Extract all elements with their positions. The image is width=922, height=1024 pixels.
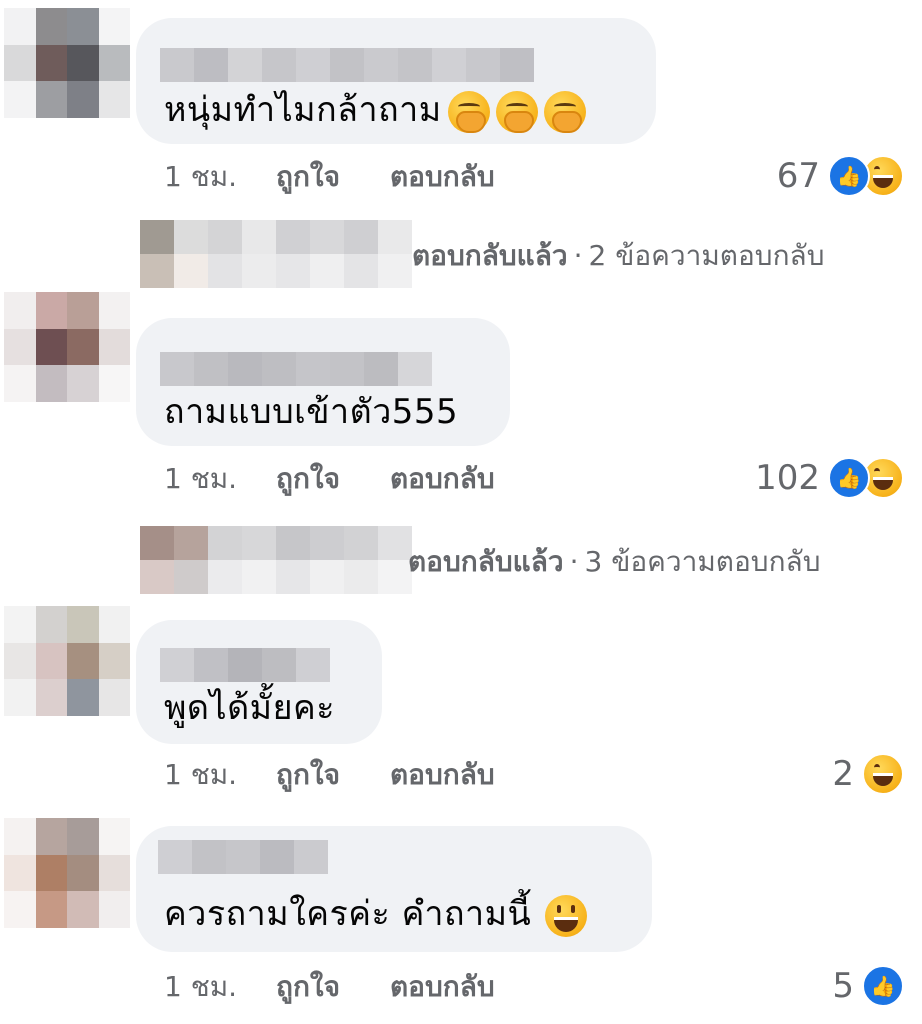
comment-actions: 1 ชม. ถูกใจ ตอบกลับ xyxy=(164,970,495,1004)
replier-avatar-name xyxy=(140,526,412,594)
comment-text-content: หนุ่มทำไมกล้าถาม xyxy=(164,90,442,130)
reaction-count: 67 xyxy=(776,156,820,196)
reaction-count: 5 xyxy=(832,966,854,1006)
comment-actions: 1 ชม. ถูกใจ ตอบกลับ xyxy=(164,758,495,792)
comment-text: ควรถามใครค่ะ คำถามนี้ xyxy=(164,894,588,937)
comment-text-content: ควรถามใครค่ะ คำถามนี้ xyxy=(164,894,532,934)
replies-summary[interactable]: ตอบกลับแล้ว · 3 ข้อความตอบกลับ xyxy=(408,540,820,584)
author-name[interactable] xyxy=(160,648,330,682)
avatar[interactable] xyxy=(4,606,130,716)
comment-bubble: ควรถามใครค่ะ คำถามนี้ xyxy=(136,826,652,952)
like-button[interactable]: ถูกใจ xyxy=(276,462,390,496)
comment-bubble: หนุ่มทำไมกล้าถาม xyxy=(136,18,656,144)
reaction-summary[interactable]: 2 xyxy=(832,753,904,795)
comment-bubble: พูดได้มั้ยคะ xyxy=(136,620,382,744)
separator: · xyxy=(569,545,579,578)
replier-avatar-name xyxy=(140,220,412,288)
comment-bubble: ถามแบบเข้าตัว555 xyxy=(136,318,510,446)
haha-icon xyxy=(862,753,904,795)
hand-over-mouth-emoji xyxy=(447,90,490,133)
hand-over-mouth-emoji xyxy=(495,90,538,133)
comment-actions: 1 ชม. ถูกใจ ตอบกลับ xyxy=(164,462,495,496)
timestamp[interactable]: 1 ชม. xyxy=(164,160,276,194)
reply-count: 2 ข้อความตอบกลับ xyxy=(588,239,825,272)
author-name[interactable] xyxy=(158,840,328,874)
reaction-count: 2 xyxy=(832,754,854,794)
like-icon: 👍 xyxy=(862,965,904,1007)
like-button[interactable]: ถูกใจ xyxy=(276,160,390,194)
avatar[interactable] xyxy=(4,8,130,118)
comment-actions: 1 ชม. ถูกใจ ตอบกลับ xyxy=(164,160,495,194)
reaction-summary[interactable]: 5 👍 xyxy=(832,965,904,1007)
like-icon: 👍 xyxy=(828,155,870,197)
comment-text-content: ถามแบบเข้าตัว555 xyxy=(164,392,459,432)
reaction-count: 102 xyxy=(755,458,820,498)
comment-text: พูดได้มั้ยคะ xyxy=(164,688,335,728)
like-button[interactable]: ถูกใจ xyxy=(276,970,390,1004)
reply-button[interactable]: ตอบกลับ xyxy=(390,160,495,194)
avatar[interactable] xyxy=(4,292,130,402)
comment-text: ถามแบบเข้าตัว555 xyxy=(164,392,458,432)
avatar[interactable] xyxy=(4,818,130,928)
timestamp[interactable]: 1 ชม. xyxy=(164,462,276,496)
grinning-face-emoji xyxy=(545,894,588,937)
like-button[interactable]: ถูกใจ xyxy=(276,758,390,792)
replied-label: ตอบกลับแล้ว xyxy=(412,239,568,272)
like-icon: 👍 xyxy=(828,457,870,499)
reply-button[interactable]: ตอบกลับ xyxy=(390,462,495,496)
comment-text: หนุ่มทำไมกล้าถาม xyxy=(164,90,586,133)
timestamp[interactable]: 1 ชม. xyxy=(164,758,276,792)
timestamp[interactable]: 1 ชม. xyxy=(164,970,276,1004)
reply-button[interactable]: ตอบกลับ xyxy=(390,758,495,792)
reply-button[interactable]: ตอบกลับ xyxy=(390,970,495,1004)
author-name[interactable] xyxy=(160,48,534,82)
replied-label: ตอบกลับแล้ว xyxy=(408,545,564,578)
comment-text-content: พูดได้มั้ยคะ xyxy=(164,688,336,728)
reaction-summary[interactable]: 67 👍 xyxy=(776,155,904,197)
reaction-summary[interactable]: 102 👍 xyxy=(755,457,904,499)
author-name[interactable] xyxy=(160,352,432,386)
replies-summary[interactable]: ตอบกลับแล้ว · 2 ข้อความตอบกลับ xyxy=(412,234,824,278)
reply-count: 3 ข้อความตอบกลับ xyxy=(584,545,821,578)
separator: · xyxy=(573,239,583,272)
hand-over-mouth-emoji xyxy=(543,90,586,133)
